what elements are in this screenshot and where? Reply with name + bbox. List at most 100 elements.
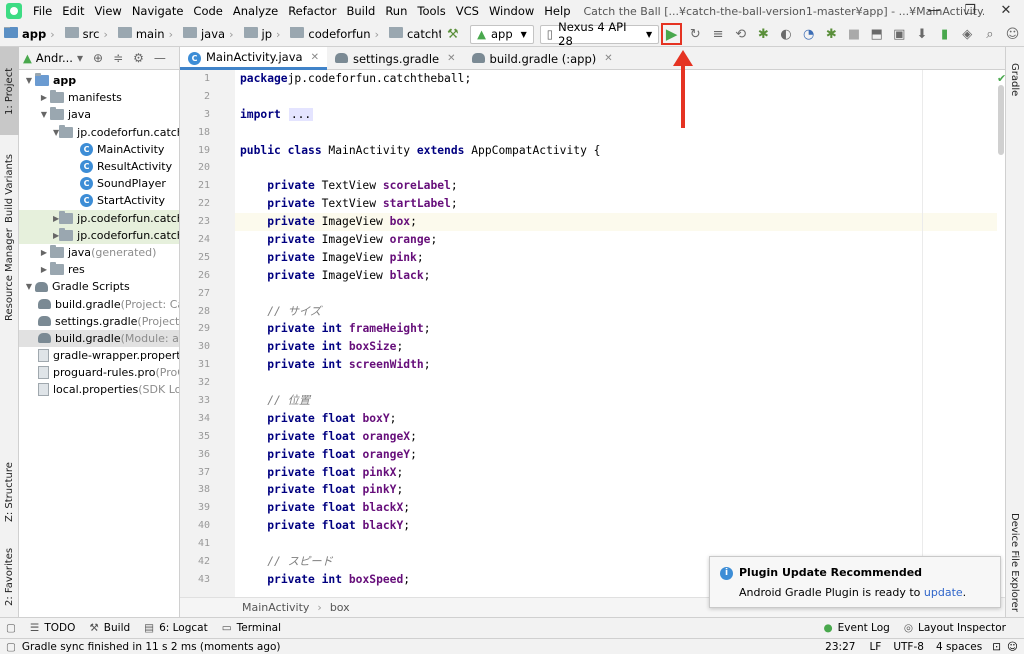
expanded-arrow-icon[interactable]: ▼ — [38, 110, 50, 119]
code-line[interactable]: public class MainActivity extends AppCom… — [235, 142, 997, 160]
tool-window-terminal[interactable]: ▭ Terminal — [222, 622, 281, 634]
code-line[interactable]: private ImageView black; — [235, 267, 997, 285]
status-toggle-icon[interactable]: ▢ — [6, 641, 16, 653]
code-line[interactable] — [235, 535, 997, 553]
tree-row[interactable]: gradle-wrapper.propertie — [19, 347, 179, 364]
breadcrumb-item[interactable]: codeforfun › — [286, 27, 383, 41]
tree-row[interactable]: ▶ manifests — [19, 89, 179, 106]
profile-icon[interactable]: ◔ — [798, 23, 819, 45]
editor-scrollbar[interactable] — [997, 70, 1005, 597]
editor-tab[interactable]: settings.gradle ✕ — [327, 47, 464, 70]
code-line[interactable] — [235, 159, 997, 177]
code-editor[interactable]: packagejp.codeforfun.catchtheball; import… — [235, 70, 997, 597]
code-line[interactable]: private ImageView pink; — [235, 249, 997, 267]
code-line[interactable]: // 位置 — [235, 392, 997, 410]
stop-icon[interactable]: ■ — [844, 23, 865, 45]
code-line[interactable]: private float blackX; — [235, 499, 997, 517]
code-line[interactable]: private float orangeX; — [235, 428, 997, 446]
caret-position[interactable]: 23:27 — [825, 641, 855, 653]
breadcrumb-item[interactable]: catchtheball› — [385, 27, 441, 41]
code-line[interactable]: private float orangeY; — [235, 446, 997, 464]
tool-window--logcat[interactable]: ▤ 6: Logcat — [144, 622, 208, 634]
tab-build-variants[interactable]: Build Variants — [0, 139, 19, 239]
code-line[interactable]: private int screenWidth; — [235, 356, 997, 374]
menu-item-navigate[interactable]: Navigate — [127, 0, 189, 22]
maximize-icon[interactable]: ❐ — [952, 0, 988, 22]
breadcrumb-item[interactable]: main › — [114, 27, 177, 41]
menu-item-refactor[interactable]: Refactor — [283, 0, 341, 22]
inspector-icon[interactable]: ☺ — [1007, 641, 1018, 653]
code-line[interactable]: private float pinkX; — [235, 464, 997, 482]
tab-gradle[interactable]: Gradle — [1005, 55, 1024, 105]
debug-icon[interactable]: ✱ — [753, 23, 774, 45]
update-link[interactable]: update — [924, 586, 963, 599]
breadcrumb-item[interactable]: src › — [61, 27, 112, 41]
menu-item-code[interactable]: Code — [188, 0, 227, 22]
tree-row[interactable]: settings.gradle (Project: C — [19, 313, 179, 330]
line-separator[interactable]: LF — [869, 641, 881, 653]
menu-item-edit[interactable]: Edit — [57, 0, 89, 22]
code-line[interactable]: private ImageView box; — [235, 213, 997, 232]
code-line[interactable]: private float boxY; — [235, 410, 997, 428]
apply-code-changes-icon[interactable]: ≡ — [708, 23, 729, 45]
editor-tab[interactable]: build.gradle (:app) ✕ — [464, 47, 621, 70]
code-line[interactable] — [235, 124, 997, 142]
menu-item-analyze[interactable]: Analyze — [228, 0, 283, 22]
tool-window-build[interactable]: ⚒ Build — [89, 622, 130, 634]
tree-row[interactable]: ▼ Gradle Scripts — [19, 278, 179, 295]
menu-item-run[interactable]: Run — [380, 0, 412, 22]
menu-item-vcs[interactable]: VCS — [451, 0, 484, 22]
logcat-sdk-icon[interactable]: ◈ — [957, 23, 978, 45]
code-line[interactable] — [235, 88, 997, 106]
tree-row[interactable]: C SoundPlayer — [19, 175, 179, 192]
gear-icon[interactable]: ⚙ — [133, 51, 144, 65]
device-select[interactable]: ▯ Nexus 4 API 28 ▼ — [539, 20, 660, 48]
code-line[interactable]: private TextView startLabel; — [235, 195, 997, 213]
tree-row[interactable]: proguard-rules.pro (ProG — [19, 364, 179, 381]
tree-row[interactable]: build.gradle (Module: ap — [19, 329, 179, 347]
code-line[interactable]: private int frameHeight; — [235, 320, 997, 338]
run-config-select[interactable]: ▲ app ▼ — [470, 24, 534, 44]
menu-item-file[interactable]: File — [28, 0, 57, 22]
tree-row[interactable]: ▶jp.codeforfun.catchth — [19, 209, 179, 227]
run-app-button[interactable]: ▶ — [661, 23, 683, 45]
apply-changes-icon[interactable]: ↻ — [685, 23, 706, 45]
coverage-icon[interactable]: ◐ — [776, 23, 797, 45]
expanded-arrow-icon[interactable]: ▼ — [23, 282, 35, 291]
tree-row[interactable]: ▼jp.codeforfun.catchth — [19, 124, 179, 141]
code-line[interactable]: private float blackY; — [235, 517, 997, 535]
code-line[interactable]: private TextView scoreLabel; — [235, 177, 997, 195]
project-view-select[interactable]: Andr... — [36, 51, 73, 65]
search-icon[interactable]: ⌕ — [980, 23, 1001, 45]
close-tab-icon[interactable]: ✕ — [604, 53, 612, 64]
collapse-all-icon[interactable]: ≑ — [113, 51, 123, 65]
breadcrumb-class[interactable]: MainActivity — [242, 601, 309, 614]
attach-debugger-icon[interactable]: ✱ — [821, 23, 842, 45]
tree-row[interactable]: C ResultActivity — [19, 158, 179, 175]
tree-row[interactable]: ▼ java — [19, 106, 179, 123]
breadcrumb-item[interactable]: app › — [0, 27, 59, 41]
user-icon[interactable]: ☺ — [1002, 23, 1023, 45]
tool-window-todo[interactable]: ☰ TODO — [30, 622, 75, 634]
tree-row[interactable]: ▶ res — [19, 261, 179, 278]
hide-icon[interactable]: — — [154, 51, 166, 65]
chevron-down-icon[interactable]: ▾ — [77, 51, 83, 65]
tool-window-layout-inspector[interactable]: ◎ Layout Inspector — [904, 622, 1006, 634]
tree-row[interactable]: ▼ app — [19, 72, 179, 89]
tool-window-toggle-icon[interactable]: ▢ — [6, 622, 16, 634]
code-line[interactable]: import... — [235, 106, 997, 124]
minimize-icon[interactable]: — — [916, 0, 952, 22]
editor-tab[interactable]: C MainActivity.java ✕ — [180, 47, 327, 70]
menu-item-window[interactable]: Window — [484, 0, 539, 22]
collapsed-arrow-icon[interactable]: ▶ — [38, 248, 50, 257]
tab-structure[interactable]: Z: Structure — [0, 457, 19, 527]
device-manager-icon[interactable]: ▮ — [934, 23, 955, 45]
breadcrumb-field[interactable]: box — [330, 601, 350, 614]
code-line[interactable]: private float pinkY; — [235, 481, 997, 499]
menu-item-tools[interactable]: Tools — [412, 0, 450, 22]
tree-row[interactable]: ▶ java (generated) — [19, 244, 179, 261]
tab-favorites[interactable]: 2: Favorites — [0, 542, 19, 612]
tree-row[interactable]: local.properties (SDK Loc — [19, 381, 179, 398]
tab-project[interactable]: 1: Project — [0, 47, 19, 135]
breadcrumb-item[interactable]: jp › — [240, 27, 285, 41]
